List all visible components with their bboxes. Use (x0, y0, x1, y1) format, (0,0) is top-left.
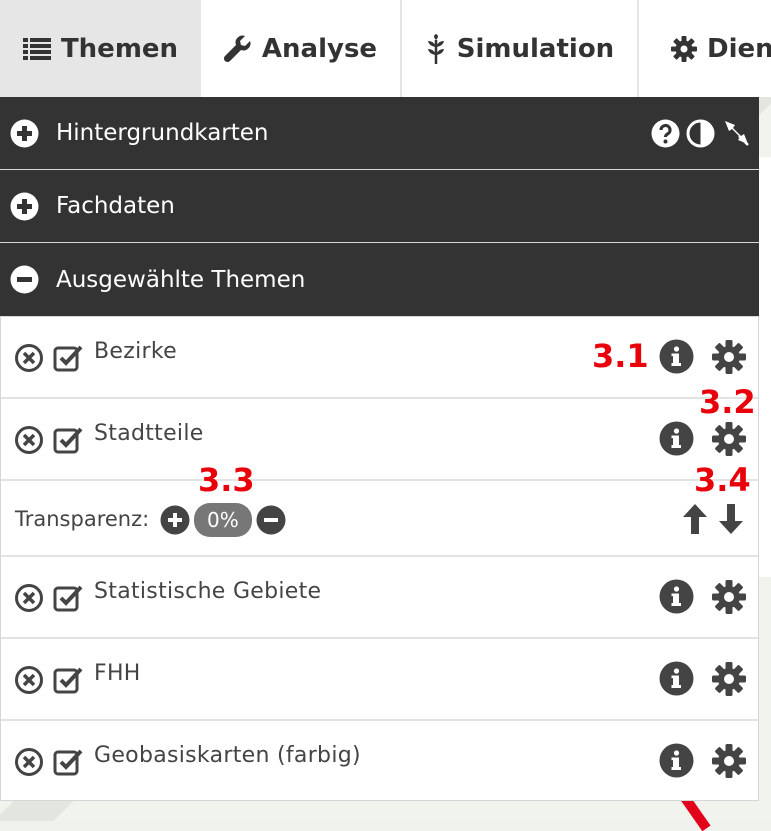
tab-simulation[interactable]: Simulation (402, 0, 639, 97)
layer-name: Bezirke (94, 339, 177, 364)
layer-order-controls (682, 503, 744, 535)
info-icon[interactable] (659, 743, 694, 778)
arrow-up-icon[interactable] (682, 503, 708, 535)
plus-circle-icon[interactable] (10, 192, 39, 221)
tab-label: Analyse (261, 33, 378, 64)
remove-layer-icon[interactable] (14, 665, 44, 695)
annotation-3-3: 3.3 (198, 461, 255, 499)
info-icon[interactable] (659, 421, 694, 456)
transparency-value: 0% (194, 503, 252, 537)
transparency-control: Transparenz: 0% (1, 479, 758, 557)
section-hintergrundkarten[interactable]: Hintergrundkarten (0, 97, 759, 170)
checkbox-checked-icon[interactable] (53, 425, 83, 455)
help-icon[interactable] (651, 119, 680, 148)
checkbox-checked-icon[interactable] (53, 747, 83, 777)
layer-name: Statistische Gebiete (94, 579, 322, 604)
section-fachdaten[interactable]: Fachdaten (0, 170, 759, 243)
wrench-icon (223, 35, 251, 62)
settings-gear-icon[interactable] (712, 661, 746, 696)
section-title: Ausgewählte Themen (56, 266, 306, 293)
layer-name: Geobasiskarten (farbig) (94, 743, 361, 768)
tab-label: Diens (707, 33, 771, 64)
remove-layer-icon[interactable] (14, 747, 44, 777)
section-title: Hintergrundkarten (56, 120, 269, 146)
section-ausgewaehlte-themen[interactable]: Ausgewählte Themen (0, 243, 759, 317)
info-icon[interactable] (659, 339, 694, 374)
settings-gear-icon[interactable] (712, 421, 746, 456)
list-icon (22, 37, 51, 60)
annotation-3-1: 3.1 (592, 337, 649, 375)
remove-layer-icon[interactable] (14, 343, 44, 373)
annotation-3-4: 3.4 (694, 461, 751, 499)
tab-label: Themen (60, 33, 179, 64)
layer-name: FHH (94, 661, 141, 686)
plus-circle-icon[interactable] (10, 119, 39, 148)
gear-icon (671, 35, 697, 62)
arrow-down-icon[interactable] (718, 503, 744, 535)
remove-layer-icon[interactable] (14, 583, 44, 613)
annotation-3-2: 3.2 (699, 383, 756, 421)
layer-row-fhh: FHH (1, 639, 758, 721)
transparency-label: Transparenz: (15, 507, 150, 531)
layer-name: Stadtteile (94, 421, 204, 446)
section-tools (651, 97, 751, 169)
settings-gear-icon[interactable] (712, 339, 746, 374)
layer-row-stadtteile: Stadtteile Transparenz: 0% (1, 399, 758, 557)
tab-themen[interactable]: Themen (0, 0, 201, 97)
checkbox-checked-icon[interactable] (53, 665, 83, 695)
checkbox-checked-icon[interactable] (53, 343, 83, 373)
checkbox-checked-icon[interactable] (53, 583, 83, 613)
minus-circle-icon[interactable] (10, 265, 39, 294)
themes-panel: Hintergrundkarten Fachdaten Ausgewählte … (0, 97, 759, 801)
selected-layer-list: Bezirke Stadtteile Transparenz: 0% Stati… (0, 317, 759, 801)
tab-dienste[interactable]: Diens (639, 0, 771, 97)
pin-icon[interactable] (721, 118, 751, 148)
tab-analyse[interactable]: Analyse (201, 0, 402, 97)
minus-circle-icon[interactable] (256, 505, 286, 535)
layer-row-geobasiskarten: Geobasiskarten (farbig) (1, 721, 758, 800)
plus-circle-icon[interactable] (160, 505, 190, 535)
layer-row-statistische-gebiete: Statistische Gebiete (1, 557, 758, 639)
top-menu: Themen Analyse Simulation Diens (0, 0, 771, 97)
settings-gear-icon[interactable] (712, 579, 746, 614)
remove-layer-icon[interactable] (14, 425, 44, 455)
info-icon[interactable] (659, 661, 694, 696)
info-icon[interactable] (659, 579, 694, 614)
contrast-icon[interactable] (686, 119, 715, 148)
section-title: Fachdaten (56, 193, 175, 219)
tab-label: Simulation (456, 33, 615, 64)
settings-gear-icon[interactable] (712, 743, 746, 778)
sprout-icon (427, 33, 444, 64)
